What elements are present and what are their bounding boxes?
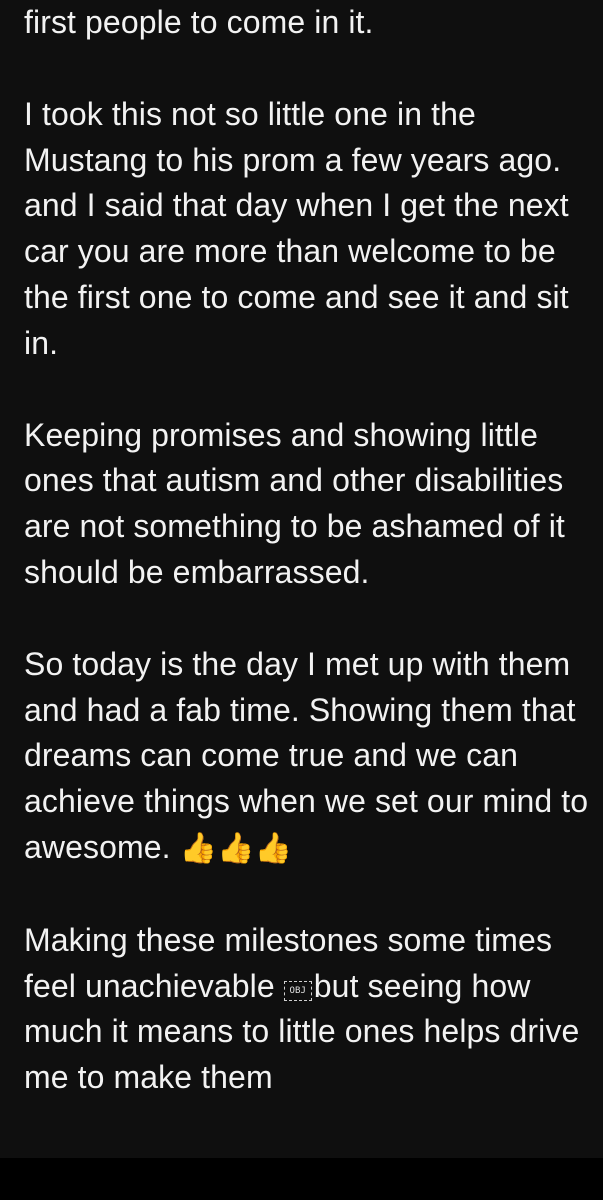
paragraph-0: first people to come in it.: [24, 4, 374, 40]
object-replacement-icon: OBJ: [283, 980, 312, 1001]
paragraph-4: Making these milestones some times feel …: [24, 918, 596, 1101]
post-body-text: first people to come in it. I took this …: [24, 0, 596, 1158]
paragraph-3-text: So today is the day I met up with them a…: [24, 645, 589, 865]
thumbs-up-emoji-icon: 👍👍👍: [179, 830, 293, 866]
paragraph-2: Keeping promises and showing little ones…: [24, 416, 565, 590]
paragraph-3: So today is the day I met up with them a…: [24, 642, 596, 872]
bottom-navigation-bar: [0, 1158, 603, 1200]
paragraph-1: I took this not so little one in the Mus…: [24, 95, 569, 361]
